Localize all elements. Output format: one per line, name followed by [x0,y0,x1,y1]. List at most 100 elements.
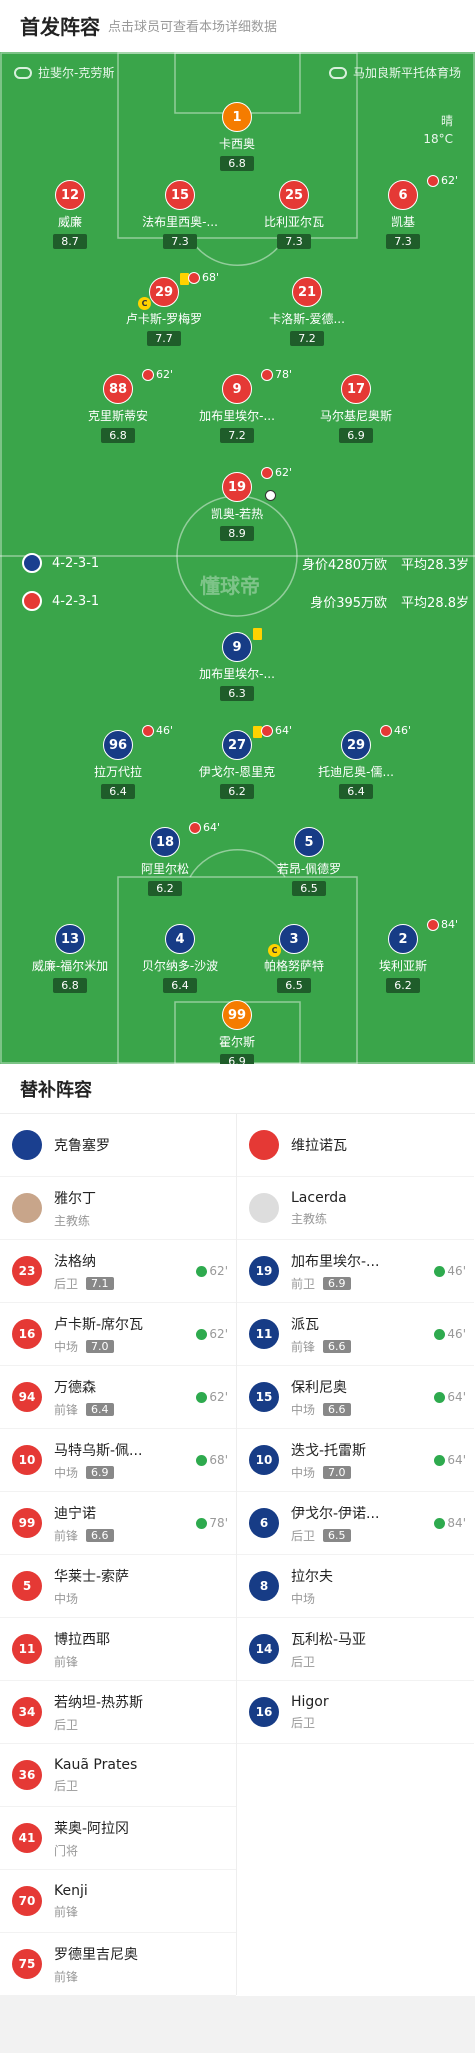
sub-player-row[interactable]: 41 莱奥-阿拉冈 门将 [0,1807,236,1870]
player-away-3[interactable]: 3 C 帕格努萨特 6.5 [234,924,354,993]
home-venue: 拉斐尔-克劳斯 [14,64,114,81]
player-position: 前锋 [54,1904,79,1919]
sub-player-row[interactable]: 10 马特乌斯-佩... 中场 6.9 68' [0,1429,236,1492]
sub-player-row[interactable]: 75 罗德里吉尼奥 前锋 [0,1933,236,1996]
player-name: 马尔基尼奥斯 [319,409,392,423]
sub-minute: 62' [209,1264,228,1278]
player-rating: 7.2 [220,428,254,443]
sub-on-icon [434,1454,446,1466]
player-rating: 6.4 [86,1402,114,1416]
player-away-99[interactable]: 99 霍尔斯 6.9 [177,1000,297,1064]
sub-player-row[interactable]: 16 卢卡斯-席尔瓦 中场 7.0 62' [0,1303,236,1366]
coach-name: 雅尔丁 [54,1190,96,1207]
sub-player-row[interactable]: 34 若纳坦-热苏斯 后卫 [0,1681,236,1744]
player-position: 后卫 [54,1778,79,1793]
player-rating: 8.9 [220,526,254,541]
sub-player-row[interactable]: 16 Higor 后卫 [237,1681,474,1744]
sub-off-marker: 78' [261,368,292,381]
sub-player-row[interactable]: 5 华莱士-索萨 中场 [0,1555,236,1618]
player-away-96[interactable]: 96 46' 拉万代拉 6.4 [58,724,178,799]
player-home-6[interactable]: 6 62' 凯基 7.3 [343,174,463,249]
away-coach-row[interactable]: Lacerda 主教练 [237,1177,474,1240]
sub-player-row[interactable]: 70 Kenji 前锋 [0,1870,236,1933]
sub-player-row[interactable]: 8 拉尔夫 中场 [237,1555,474,1618]
player-name: 派瓦 [291,1316,319,1333]
sub-player-row[interactable]: 23 法格纳 后卫 7.1 62' [0,1240,236,1303]
stadium-name: 马加良斯平托体育场 [352,66,461,80]
sub-player-row[interactable]: 36 Kauã Prates 后卫 [0,1744,236,1807]
whistle-icon [14,66,32,79]
player-away-18[interactable]: 18 64' 阿里尔松 6.2 [105,821,225,896]
player-position: 前锋 [54,1402,79,1417]
player-name: 博拉西耶 [54,1631,110,1648]
jersey-number: 6 [249,1508,279,1538]
player-home-9[interactable]: 9 78' 加布里埃尔-... 7.2 [177,368,297,443]
jersey-number: 1 [222,102,252,132]
sub-player-row[interactable]: 11 派瓦 前锋 6.6 46' [237,1303,474,1366]
sub-player-row[interactable]: 10 迭戈-托雷斯 中场 7.0 64' [237,1429,474,1492]
jersey-number: 13 [55,924,85,954]
sub-player-row[interactable]: 94 万德森 前锋 6.4 62' [0,1366,236,1429]
sub-off-marker: 46' [380,724,411,737]
player-name: 卢卡斯-罗梅罗 [125,312,203,326]
sub-player-row[interactable]: 15 保利尼奥 中场 6.6 64' [237,1366,474,1429]
sub-player-row[interactable]: 99 迪宁诺 前锋 6.6 78' [0,1492,236,1555]
player-home-25[interactable]: 25 比利亚尔瓦 7.3 [234,180,354,249]
sub-off-marker: 62' [142,368,173,381]
player-rating: 6.6 [86,1528,114,1542]
player-away-9[interactable]: 9 加布里埃尔-... 6.3 [177,628,297,701]
player-away-5[interactable]: 5 若昂-佩德罗 6.5 [249,827,369,896]
sub-player-row[interactable]: 19 加布里埃尔-... 前卫 6.9 46' [237,1240,474,1303]
player-home-29[interactable]: 29 C 68' 卢卡斯-罗梅罗 7.7 [104,271,224,346]
player-away-27[interactable]: 27 64' 伊戈尔-恩里克 6.2 [177,724,297,799]
player-home-1[interactable]: 1 卡西奥 6.8 [177,102,297,171]
sub-on-icon [434,1391,446,1403]
jersey-number: 8 [249,1571,279,1601]
sub-minute: 46' [447,1327,466,1341]
player-name: 瓦利松-马亚 [291,1631,367,1648]
jersey-number: 14 [249,1634,279,1664]
player-home-88[interactable]: 88 62' 克里斯蒂安 6.8 [58,368,178,443]
jersey-number: 41 [12,1823,42,1853]
player-away-29[interactable]: 29 46' 托迪尼奥-儒... 6.4 [296,724,416,799]
jersey-number: 70 [12,1886,42,1916]
player-home-21[interactable]: 21 卡洛斯-爱德... 7.2 [247,277,367,346]
player-home-17[interactable]: 17 马尔基尼奥斯 6.9 [296,374,416,443]
jersey-number: 36 [12,1760,42,1790]
cruzeiro-badge-icon [12,1130,42,1160]
player-name: 凯奥-若热 [210,507,264,521]
player-position: 中场 [54,1339,79,1354]
home-coach-row[interactable]: 雅尔丁 主教练 [0,1177,236,1240]
player-name: 比利亚尔瓦 [263,215,324,229]
player-away-4[interactable]: 4 贝尔纳多-沙波 6.4 [120,924,240,993]
sub-player-row[interactable]: 11 博拉西耶 前锋 [0,1618,236,1681]
jersey-number: 16 [12,1319,42,1349]
player-name: 卢卡斯-席尔瓦 [54,1316,144,1333]
player-name: 卡西奥 [218,137,255,151]
jersey-number: 5 [12,1571,42,1601]
jersey-number: 2 [388,924,418,954]
player-home-12[interactable]: 12 威廉 8.7 [10,180,130,249]
player-name: 保利尼奥 [291,1379,347,1396]
sub-off-icon [142,724,154,737]
player-name: 华莱士-索萨 [54,1568,130,1585]
sub-off-icon [142,368,154,381]
sub-player-row[interactable]: 14 瓦利松-马亚 后卫 [237,1618,474,1681]
player-name: 阿里尔松 [140,862,189,876]
sub-player-row[interactable]: 6 伊戈尔-伊诺... 后卫 6.5 84' [237,1492,474,1555]
player-away-2[interactable]: 2 84' 埃利亚斯 6.2 [343,918,463,993]
jersey-number: 75 [12,1949,42,1979]
player-away-13[interactable]: 13 威廉-福尔米加 6.8 [10,924,130,993]
jersey-number: 15 [165,180,195,210]
player-rating: 7.0 [323,1465,351,1479]
sub-on-icon [196,1265,208,1277]
player-name: 帕格努萨特 [263,959,324,973]
jersey-number: 29 [149,277,179,307]
player-rating: 7.7 [147,331,181,346]
player-home-19[interactable]: 19 62' 凯奥-若热 8.9 [177,466,297,541]
player-home-15[interactable]: 15 法布里西奥-... 7.3 [120,180,240,249]
sub-on-icon [434,1517,446,1529]
stadium: 马加良斯平托体育场 [328,64,461,81]
coach-avatar [249,1193,279,1223]
jersey-number: 12 [55,180,85,210]
